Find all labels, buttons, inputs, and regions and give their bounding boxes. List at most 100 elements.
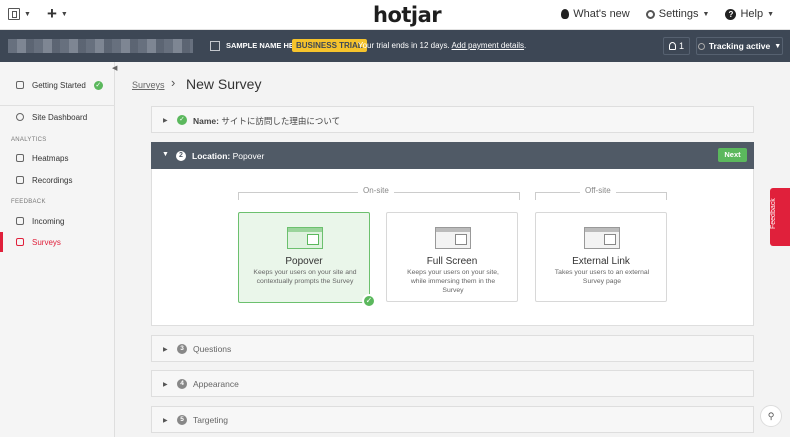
top-navigation-bar: ▼ + ▼ hotjar What's new Settings ▼ ? Hel… <box>0 0 790 30</box>
sidebar-item-label: Incoming <box>32 216 65 226</box>
option-description: Keeps your users on your site and contex… <box>253 269 357 285</box>
check-icon: ✓ <box>93 80 103 90</box>
chevron-down-icon: ▼ <box>774 42 782 50</box>
account-bar: SAMPLE NAME HERE BUSINESS TRIAL Your tri… <box>0 30 790 62</box>
offsite-group-label: Off-site <box>580 186 616 195</box>
chevron-down-icon[interactable]: ▼ <box>24 11 31 18</box>
check-icon: ✓ <box>177 115 187 125</box>
settings-menu[interactable]: Settings ▼ <box>645 8 710 20</box>
collapse-sidebar-icon[interactable]: ◀ <box>112 64 117 72</box>
step-appearance-label: Appearance <box>193 379 239 389</box>
help-label: Help <box>740 8 764 20</box>
tracking-label: Tracking active <box>708 41 771 51</box>
expand-arrow-icon: ▶ <box>163 347 168 353</box>
user-icon <box>668 42 676 50</box>
chevron-down-icon[interactable]: ▼ <box>61 11 68 18</box>
step-location-header[interactable]: ▼ 2 Location: Popover <box>151 142 754 169</box>
whats-new-link[interactable]: What's new <box>561 8 630 20</box>
add-payment-link[interactable]: Add payment details <box>452 41 525 50</box>
popover-illustration-icon <box>287 227 323 249</box>
site-switcher-icon[interactable] <box>8 8 20 20</box>
breadcrumb-separator: › <box>171 75 176 90</box>
sidebar-item-site-dashboard[interactable]: Site Dashboard <box>0 107 115 127</box>
option-title: Full Screen <box>426 256 478 267</box>
sidebar-item-surveys[interactable]: Surveys <box>0 232 115 252</box>
fullscreen-option-card[interactable]: Full Screen Keeps your users on your sit… <box>386 212 518 302</box>
trial-message: Your trial ends in 12 days. Add payment … <box>358 41 526 50</box>
option-description: Takes your users to an external Survey p… <box>554 269 650 285</box>
sidebar-item-label: Site Dashboard <box>32 112 88 122</box>
expand-arrow-icon: ▶ <box>163 382 168 388</box>
sidebar-section-analytics: ANALYTICS <box>11 137 47 143</box>
help-icon: ? <box>725 8 737 20</box>
sidebar-item-incoming[interactable]: Incoming <box>0 211 115 231</box>
step-location-key: Location: <box>192 151 231 161</box>
fullscreen-illustration-icon <box>435 227 471 249</box>
organization-icon <box>210 41 220 51</box>
flame-icon <box>561 9 570 19</box>
sidebar-item-label: Getting Started <box>32 80 86 90</box>
step-name-panel[interactable]: ▶ ✓ Name: サイトに訪問した理由について <box>151 106 754 133</box>
chevron-down-icon: ▼ <box>702 10 710 18</box>
step-number-badge: 3 <box>177 344 187 354</box>
step-questions-label: Questions <box>193 344 232 354</box>
feedback-tab[interactable]: Feedback <box>770 188 790 246</box>
popover-option-card[interactable]: Popover Keeps your users on your site an… <box>238 212 370 303</box>
external-link-option-card[interactable]: External Link Takes your users to an ext… <box>535 212 667 302</box>
step-number-badge: 2 <box>176 151 186 161</box>
step-name-value: サイトに訪問した理由について <box>221 116 341 126</box>
users-count: 1 <box>678 41 684 51</box>
sidebar-item-label: Recordings <box>32 175 73 185</box>
video-icon <box>16 176 24 184</box>
dashboard-icon <box>16 113 24 121</box>
step-questions-panel[interactable]: ▶ 3 Questions <box>151 335 754 362</box>
chevron-down-icon: ▼ <box>767 10 774 18</box>
topbar-left-controls: ▼ + ▼ <box>8 5 68 22</box>
link-icon[interactable]: ⚲ <box>760 405 782 427</box>
gear-icon <box>645 9 655 19</box>
tracking-status-dropdown[interactable]: Tracking active ▼ <box>696 37 783 55</box>
step-targeting-label: Targeting <box>193 415 228 425</box>
whats-new-label: What's new <box>573 8 630 20</box>
step-number-badge: 5 <box>177 415 187 425</box>
topbar-right-menu: What's new Settings ▼ ? Help ▼ <box>561 8 774 20</box>
trial-suffix: . <box>524 41 527 50</box>
trial-text: Your trial ends in 12 days. <box>358 41 450 50</box>
sidebar-item-label: Surveys <box>32 237 61 247</box>
rocket-icon <box>16 81 24 89</box>
add-new-icon[interactable]: + <box>47 5 57 22</box>
option-title: Popover <box>285 256 323 267</box>
trial-badge: BUSINESS TRIAL <box>292 39 367 52</box>
blurred-site-url <box>8 39 193 53</box>
step-appearance-panel[interactable]: ▶ 4 Appearance <box>151 370 754 397</box>
expand-arrow-icon: ▶ <box>163 118 168 124</box>
next-button[interactable]: Next <box>718 148 747 162</box>
step-location-value: Popover <box>232 151 265 161</box>
hand-pointer-icon <box>16 154 24 162</box>
step-targeting-panel[interactable]: ▶ 5 Targeting <box>151 406 754 433</box>
settings-label: Settings <box>658 8 699 20</box>
expand-arrow-icon: ▶ <box>163 418 168 424</box>
option-title: External Link <box>572 256 630 267</box>
sidebar-item-label: Heatmaps <box>32 153 69 163</box>
sidebar-item-recordings[interactable]: Recordings <box>0 170 115 190</box>
page-title: New Survey <box>186 76 262 92</box>
inbox-icon <box>16 217 24 225</box>
collapse-arrow-icon: ▼ <box>162 151 169 158</box>
option-description: Keeps your users on your site, while imm… <box>407 269 499 294</box>
sidebar-divider <box>0 105 115 106</box>
step-number-badge: 4 <box>177 379 187 389</box>
survey-chart-icon <box>16 238 24 246</box>
step-location-label: Location: Popover <box>192 151 264 161</box>
sidebar-item-getting-started[interactable]: Getting Started ✓ <box>0 75 115 95</box>
help-menu[interactable]: ? Help ▼ <box>725 8 774 20</box>
breadcrumb-surveys-link[interactable]: Surveys <box>132 80 165 90</box>
team-members-button[interactable]: 1 <box>663 37 690 55</box>
status-circle-icon <box>697 42 705 50</box>
selected-check-icon: ✓ <box>362 294 376 308</box>
hotjar-logo[interactable]: hotjar <box>373 3 442 27</box>
sidebar-item-heatmaps[interactable]: Heatmaps <box>0 148 115 168</box>
step-name-key: Name: <box>193 116 219 126</box>
onsite-group-label: On-site <box>358 186 394 195</box>
step-name-label: Name: サイトに訪問した理由について <box>193 115 340 127</box>
